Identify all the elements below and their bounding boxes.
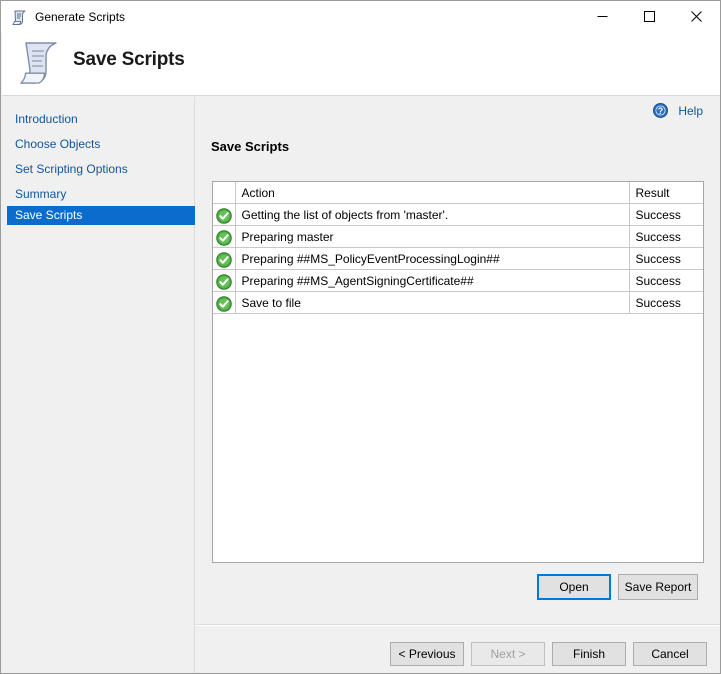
sidebar-item-set-scripting-options[interactable]: Set Scripting Options: [7, 160, 195, 179]
status-success-icon: [213, 248, 235, 270]
next-button: Next >: [471, 642, 545, 666]
action-cell: Preparing ##MS_AgentSigningCertificate##: [235, 270, 629, 292]
open-button[interactable]: Open: [537, 574, 611, 600]
results-grid[interactable]: Action Result: [212, 181, 704, 563]
column-header-status[interactable]: [213, 182, 235, 204]
table-row[interactable]: Save to file Success: [213, 292, 703, 314]
action-cell: Save to file: [235, 292, 629, 314]
page-title: Save Scripts: [73, 49, 185, 71]
table-row[interactable]: Preparing master Success: [213, 226, 703, 248]
save-report-button[interactable]: Save Report: [618, 574, 698, 600]
result-cell: Success: [629, 292, 703, 314]
sidebar-item-choose-objects[interactable]: Choose Objects: [7, 135, 195, 154]
column-header-action[interactable]: Action: [235, 182, 629, 204]
action-cell: Preparing master: [235, 226, 629, 248]
sidebar-item-introduction[interactable]: Introduction: [7, 110, 195, 129]
result-cell: Success: [629, 226, 703, 248]
title-bar: Generate Scripts: [1, 1, 721, 33]
svg-text:?: ?: [658, 106, 664, 116]
script-scroll-icon: [11, 9, 29, 27]
wizard-steps-sidebar: Introduction Choose Objects Set Scriptin…: [2, 97, 195, 674]
action-cell: Preparing ##MS_PolicyEventProcessingLogi…: [235, 248, 629, 270]
generate-scripts-window: Generate Scripts Save Scripts Introducti…: [0, 0, 721, 674]
result-cell: Success: [629, 248, 703, 270]
footer-divider: [196, 624, 721, 626]
action-cell: Getting the list of objects from 'master…: [235, 204, 629, 226]
status-success-icon: [213, 292, 235, 314]
finish-button[interactable]: Finish: [552, 642, 626, 666]
content-pane: ? Help Save Scripts Action Result: [196, 97, 721, 674]
help-question-icon[interactable]: ?: [653, 103, 668, 118]
column-header-result[interactable]: Result: [629, 182, 703, 204]
close-icon[interactable]: [673, 1, 719, 32]
status-success-icon: [213, 204, 235, 226]
results-table: Action Result: [213, 182, 704, 314]
window-body: Introduction Choose Objects Set Scriptin…: [2, 97, 721, 674]
status-success-icon: [213, 270, 235, 292]
table-row[interactable]: Preparing ##MS_AgentSigningCertificate##…: [213, 270, 703, 292]
script-scroll-icon: [15, 37, 65, 89]
wizard-header: Save Scripts: [2, 33, 721, 96]
minimize-icon[interactable]: [579, 1, 625, 32]
sidebar-item-summary[interactable]: Summary: [7, 185, 195, 204]
maximize-icon[interactable]: [626, 1, 672, 32]
table-header-row: Action Result: [213, 182, 703, 204]
table-row[interactable]: Getting the list of objects from 'master…: [213, 204, 703, 226]
pane-heading: Save Scripts: [211, 139, 289, 154]
sidebar-item-save-scripts[interactable]: Save Scripts: [7, 206, 195, 225]
previous-button[interactable]: < Previous: [390, 642, 464, 666]
window-title: Generate Scripts: [35, 9, 125, 25]
help-link[interactable]: Help: [678, 103, 703, 119]
result-cell: Success: [629, 270, 703, 292]
result-cell: Success: [629, 204, 703, 226]
cancel-button[interactable]: Cancel: [633, 642, 707, 666]
status-success-icon: [213, 226, 235, 248]
table-row[interactable]: Preparing ##MS_PolicyEventProcessingLogi…: [213, 248, 703, 270]
